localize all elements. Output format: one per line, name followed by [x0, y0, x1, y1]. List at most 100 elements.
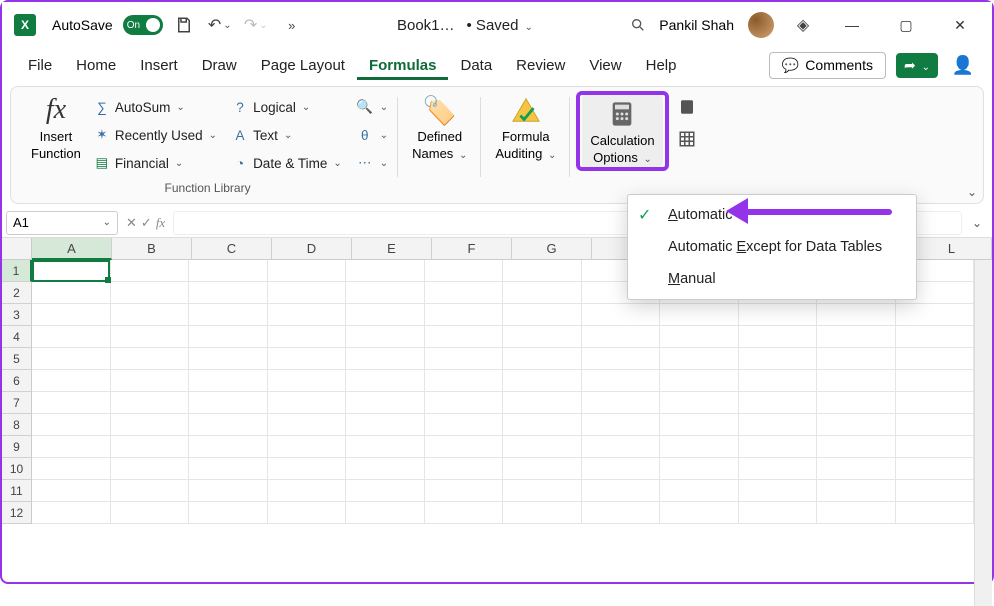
saved-status[interactable]: • Saved ⌄ [467, 17, 534, 34]
cell[interactable] [739, 502, 818, 524]
cell[interactable] [503, 326, 582, 348]
cell[interactable] [582, 326, 661, 348]
cell[interactable] [346, 348, 425, 370]
cell[interactable] [503, 414, 582, 436]
cell[interactable] [425, 282, 504, 304]
calculate-sheet-button[interactable] [675, 127, 699, 151]
column-header[interactable]: G [512, 238, 592, 260]
cell[interactable] [32, 436, 111, 458]
cell[interactable] [582, 392, 661, 414]
cell[interactable] [896, 414, 975, 436]
cell[interactable] [660, 370, 739, 392]
tab-page-layout[interactable]: Page Layout [249, 51, 357, 80]
user-name[interactable]: Pankil Shah [659, 17, 734, 33]
cell[interactable] [268, 348, 347, 370]
row-header[interactable]: 9 [2, 436, 32, 458]
cell[interactable] [425, 326, 504, 348]
cell[interactable] [189, 414, 268, 436]
vertical-scrollbar[interactable] [974, 260, 992, 606]
cell[interactable] [582, 348, 661, 370]
cell[interactable] [660, 326, 739, 348]
cell[interactable] [425, 502, 504, 524]
tab-review[interactable]: Review [504, 51, 577, 80]
redo-icon[interactable]: ↷⌄ [241, 10, 271, 40]
cell[interactable] [189, 326, 268, 348]
cell[interactable] [111, 348, 190, 370]
cell[interactable] [817, 458, 896, 480]
more-functions-button[interactable]: ⋯⌄ [352, 149, 392, 177]
row-header[interactable]: 8 [2, 414, 32, 436]
comments-button[interactable]: 💬 Comments [769, 52, 886, 79]
cell[interactable] [739, 436, 818, 458]
cell[interactable] [817, 392, 896, 414]
cell[interactable] [425, 260, 504, 282]
cell[interactable] [503, 282, 582, 304]
cell[interactable] [111, 480, 190, 502]
cell[interactable] [660, 502, 739, 524]
cell[interactable] [582, 502, 661, 524]
cell[interactable] [32, 282, 111, 304]
name-box[interactable]: A1⌄ [6, 211, 118, 235]
cell[interactable] [817, 414, 896, 436]
tab-draw[interactable]: Draw [190, 51, 249, 80]
cell[interactable] [425, 458, 504, 480]
cell[interactable] [346, 414, 425, 436]
cell[interactable] [582, 414, 661, 436]
cell[interactable] [32, 370, 111, 392]
cell[interactable] [503, 392, 582, 414]
cell[interactable] [896, 304, 975, 326]
autosave-toggle[interactable]: On [123, 15, 163, 35]
cell[interactable] [268, 502, 347, 524]
search-icon[interactable] [623, 10, 653, 40]
cell[interactable] [660, 304, 739, 326]
undo-icon[interactable]: ↶⌄ [205, 10, 235, 40]
logical-button[interactable]: ?Logical⌄ [227, 93, 346, 121]
cell[interactable] [268, 480, 347, 502]
tab-file[interactable]: File [16, 51, 64, 80]
row-header[interactable]: 7 [2, 392, 32, 414]
cell[interactable] [896, 502, 975, 524]
cell[interactable] [189, 392, 268, 414]
row-header[interactable]: 11 [2, 480, 32, 502]
cell[interactable] [111, 370, 190, 392]
cell[interactable] [425, 480, 504, 502]
row-header[interactable]: 4 [2, 326, 32, 348]
cell[interactable] [425, 436, 504, 458]
calculate-now-button[interactable] [675, 95, 699, 119]
cell[interactable] [32, 458, 111, 480]
tab-help[interactable]: Help [634, 51, 689, 80]
cell[interactable] [739, 370, 818, 392]
diamond-icon[interactable]: ◈ [788, 10, 818, 40]
fx-icon[interactable]: fx [156, 215, 165, 231]
avatar[interactable] [748, 12, 774, 38]
cell[interactable] [503, 304, 582, 326]
cell[interactable] [111, 436, 190, 458]
formula-bar-expand-icon[interactable]: ⌄ [966, 216, 988, 230]
cell[interactable] [32, 414, 111, 436]
cell[interactable] [896, 326, 975, 348]
cell[interactable] [503, 502, 582, 524]
row-header[interactable]: 1 [2, 260, 32, 282]
cell[interactable] [739, 414, 818, 436]
cell[interactable] [268, 260, 347, 282]
cell[interactable] [32, 502, 111, 524]
cell[interactable] [896, 370, 975, 392]
cell[interactable] [660, 392, 739, 414]
recently-used-button[interactable]: ✶Recently Used⌄ [89, 121, 221, 149]
cell[interactable] [268, 326, 347, 348]
cell[interactable] [896, 480, 975, 502]
minimize-button[interactable]: ― [832, 10, 872, 40]
cell[interactable] [111, 260, 190, 282]
cell[interactable] [817, 480, 896, 502]
cell[interactable] [32, 480, 111, 502]
enter-icon[interactable]: ✓ [141, 215, 152, 231]
cell[interactable] [425, 304, 504, 326]
cell[interactable] [268, 436, 347, 458]
cell[interactable] [425, 392, 504, 414]
tab-formulas[interactable]: Formulas [357, 51, 449, 80]
cell[interactable] [346, 458, 425, 480]
cell[interactable] [425, 414, 504, 436]
cell[interactable] [503, 348, 582, 370]
cell[interactable] [111, 502, 190, 524]
autosum-button[interactable]: ∑AutoSum⌄ [89, 93, 221, 121]
